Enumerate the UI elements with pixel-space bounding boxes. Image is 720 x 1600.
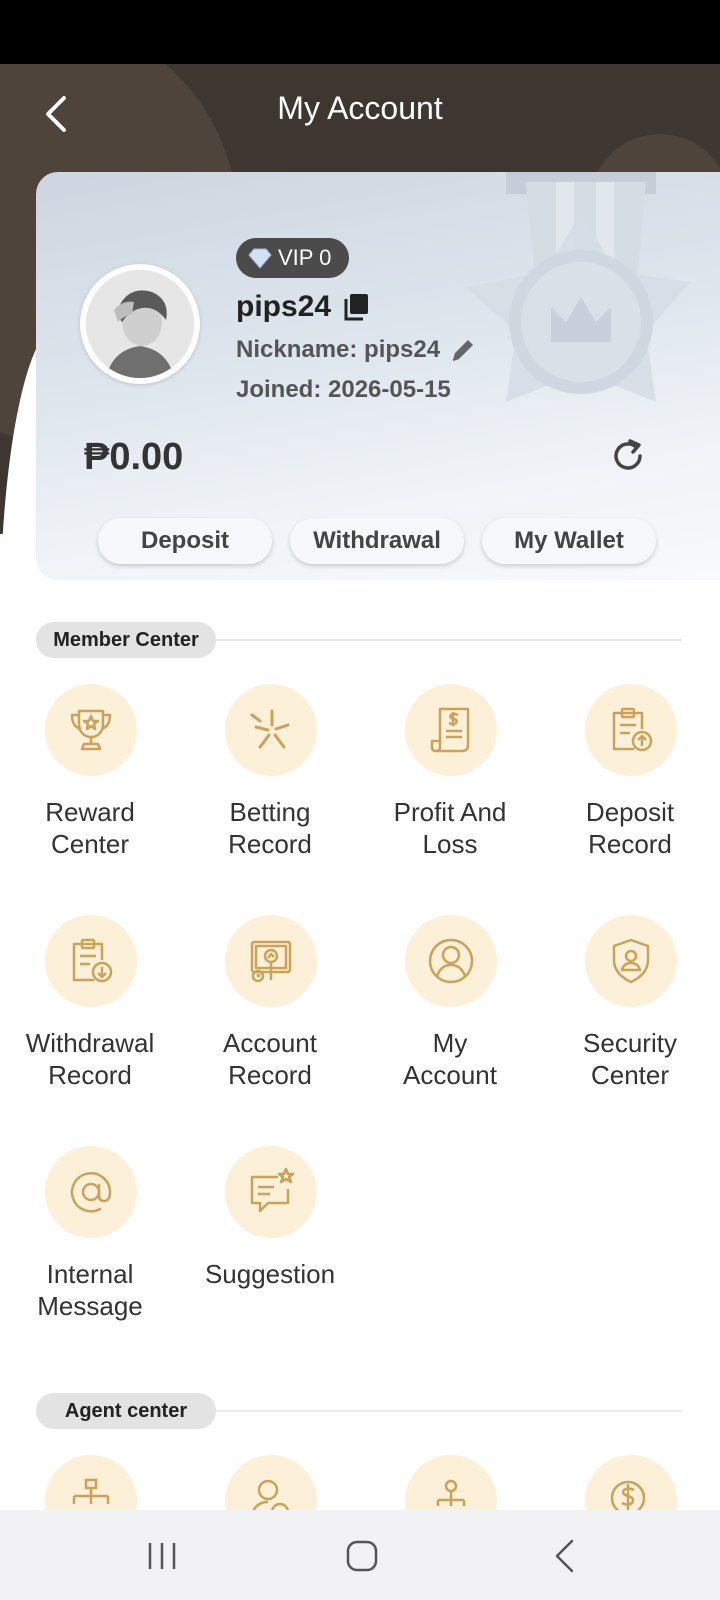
menu-item-account-record[interactable]: Account Record xyxy=(180,915,360,1105)
menu-label: Withdrawal Record xyxy=(25,1028,155,1090)
member-center-title: Member Center xyxy=(36,622,216,658)
menu-label: Account Record xyxy=(223,1028,317,1090)
menu-label: Profit And Loss xyxy=(393,797,507,859)
home-button[interactable] xyxy=(332,1534,392,1578)
vip-badge: VIP 0 xyxy=(236,238,350,278)
menu-label: Suggestion xyxy=(204,1259,336,1289)
menu-item-betting-record[interactable]: Betting Record xyxy=(180,684,360,874)
avatar[interactable] xyxy=(80,264,200,384)
back-arrow-icon xyxy=(555,1539,574,1573)
agent-center-header: Agent center xyxy=(36,1393,682,1429)
vip-level: VIP 0 xyxy=(278,245,332,270)
username: pips24 xyxy=(236,290,332,323)
menu-item-suggestion[interactable]: Suggestion xyxy=(180,1146,360,1336)
top-nav: My Account xyxy=(0,64,720,164)
username-row: pips24 xyxy=(236,290,369,324)
page-title: My Account xyxy=(277,90,443,126)
menu-label: Reward Center xyxy=(45,797,135,859)
trophy-icon xyxy=(70,709,112,751)
joined-date: Joined: 2026-05-15 xyxy=(236,376,451,403)
menu-label: Internal Message xyxy=(37,1259,143,1321)
profile-card: VIP 0 pips24 Nickname: pips24 Joined: 20… xyxy=(36,172,720,580)
shield-user-icon xyxy=(612,938,650,984)
clipboard-download-icon xyxy=(72,938,113,983)
edit-pencil-icon[interactable] xyxy=(450,337,476,363)
menu-item-my-account[interactable]: My Account xyxy=(360,915,540,1105)
copy-icon[interactable] xyxy=(343,293,369,321)
nickname: Nickname: pips24 xyxy=(236,336,441,363)
nickname-row: Nickname: pips24 xyxy=(236,336,476,364)
avatar-portrait xyxy=(86,270,194,378)
recent-apps-icon xyxy=(148,1543,176,1569)
menu-label: Betting Record xyxy=(228,797,312,859)
clipboard-upload-icon xyxy=(612,707,653,752)
medal-icon xyxy=(466,172,691,402)
chat-star-icon xyxy=(250,1167,295,1213)
user-circle-icon xyxy=(428,938,474,984)
menu-label: Deposit Record xyxy=(585,797,675,859)
withdrawal-button[interactable]: Withdrawal xyxy=(290,518,464,564)
menu-item-security-center[interactable]: Security Center xyxy=(540,915,720,1105)
home-icon xyxy=(346,1540,378,1572)
recent-apps-button[interactable] xyxy=(132,1534,192,1578)
menu-label: My Account xyxy=(403,1028,497,1090)
diamond-icon xyxy=(248,248,272,269)
menu-item-internal-message[interactable]: Internal Message xyxy=(0,1146,180,1336)
my-wallet-button[interactable]: My Wallet xyxy=(482,518,656,564)
menu-item-deposit-record[interactable]: Deposit Record xyxy=(540,684,720,874)
deposit-button[interactable]: Deposit xyxy=(98,518,272,564)
menu-label: Security Center xyxy=(583,1028,677,1090)
balance: ₱0.00 xyxy=(84,436,184,478)
menu-item-reward-center[interactable]: Reward Center xyxy=(0,684,180,874)
monitor-chart-icon xyxy=(250,940,292,983)
sparkle-icon xyxy=(250,709,290,749)
menu-item-profit-and-loss[interactable]: Profit And Loss xyxy=(360,684,540,874)
agent-center-title: Agent center xyxy=(36,1393,216,1429)
receipt-dollar-icon xyxy=(430,707,470,753)
status-bar xyxy=(0,0,720,64)
at-sign-icon xyxy=(70,1172,112,1213)
member-center-header: Member Center xyxy=(36,622,682,658)
refresh-icon[interactable] xyxy=(608,436,648,476)
system-back-button[interactable] xyxy=(534,1534,594,1578)
system-nav-bar xyxy=(0,1510,720,1600)
menu-item-withdrawal-record[interactable]: Withdrawal Record xyxy=(0,915,180,1105)
